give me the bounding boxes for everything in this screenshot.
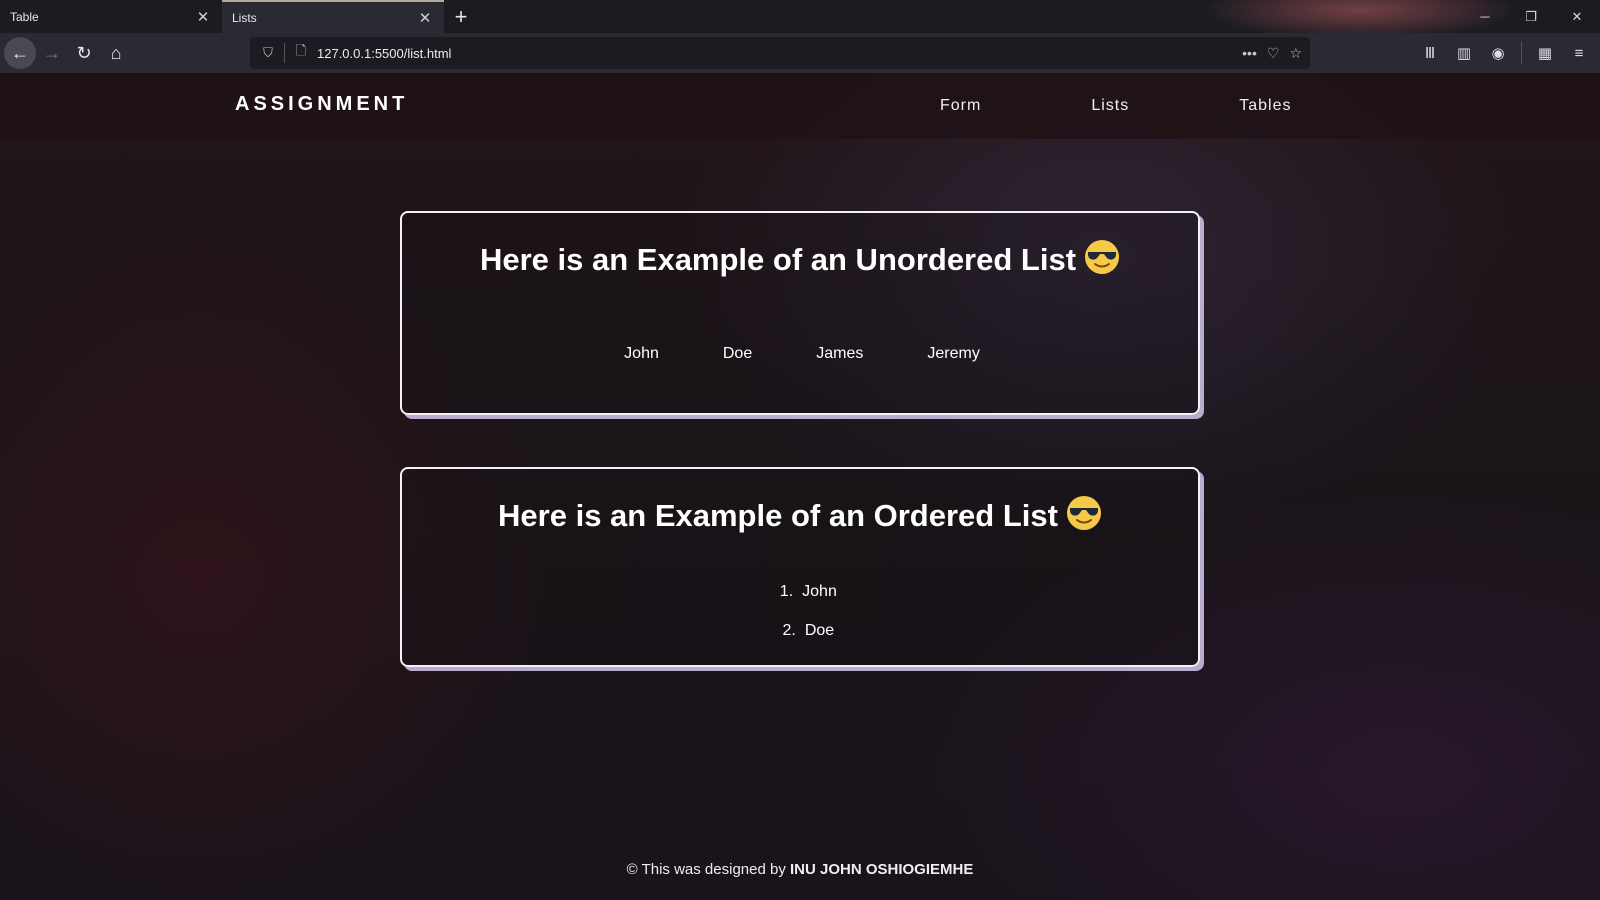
library-icon[interactable]: Ⅲ	[1415, 38, 1445, 68]
list-item: James	[816, 345, 864, 362]
unordered-list-heading: Here is an Example of an Unordered List	[402, 239, 1198, 278]
extensions-icon[interactable]: ▦	[1530, 38, 1560, 68]
tab-lists[interactable]: Lists ✕	[222, 0, 444, 33]
menu-icon[interactable]: ≡	[1564, 38, 1594, 68]
url-text[interactable]: 127.0.0.1:5500/list.html	[311, 46, 1242, 61]
url-bar[interactable]: ⛉ 🗋 127.0.0.1:5500/list.html ••• ♡ ☆	[250, 37, 1310, 69]
toolbar-right: Ⅲ ▥ ◉ ▦ ≡	[1415, 33, 1600, 73]
list-item: 2. Doe	[402, 622, 1202, 661]
new-tab-button[interactable]: +	[444, 0, 478, 33]
restore-icon[interactable]: ❐	[1508, 0, 1554, 33]
tab-title: Lists	[232, 10, 257, 25]
reload-icon[interactable]: ↻	[68, 37, 100, 69]
site-nav-links: Form Lists Tables	[940, 97, 1401, 115]
ordered-list-heading: Here is an Example of an Ordered List	[402, 495, 1198, 534]
pocket-icon[interactable]: ♡	[1267, 45, 1280, 62]
list-item: Doe	[722, 345, 753, 362]
shield-icon[interactable]: ⛉	[258, 45, 278, 61]
site-navbar: ASSIGNMENT Form Lists Tables	[0, 73, 1600, 139]
forward-icon[interactable]: →	[36, 37, 68, 69]
page-footer: © This was designed by INU JOHN OSHIOGIE…	[0, 861, 1600, 878]
url-actions: ••• ♡ ☆	[1242, 45, 1302, 62]
nav-link-form[interactable]: Form	[940, 97, 981, 115]
list-number: 1.	[779, 583, 794, 600]
nav-link-lists[interactable]: Lists	[1091, 97, 1129, 115]
list-item-text: John	[802, 583, 837, 600]
sidebar-icon[interactable]: ▥	[1449, 38, 1479, 68]
browser-tab-bar: Table ✕ Lists ✕ + ─ ❐ ✕	[0, 0, 1600, 40]
list-item-text: Doe	[804, 622, 835, 639]
footer-author: INU JOHN OSHIOGIEMHE	[790, 861, 974, 878]
sunglasses-emoji-icon	[1085, 240, 1120, 274]
heading-text: Here is an Example of an Ordered List	[498, 498, 1058, 533]
tab-title: Table	[10, 9, 39, 24]
tab-table[interactable]: Table ✕	[0, 0, 222, 33]
account-icon[interactable]: ◉	[1483, 38, 1513, 68]
close-icon[interactable]: ✕	[416, 9, 434, 27]
browser-toolbar: ← → ↻ ⌂ ⛉ 🗋 127.0.0.1:5500/list.html •••…	[0, 33, 1600, 73]
page-content: ASSIGNMENT Form Lists Tables Here is an …	[0, 73, 1600, 900]
list-item: 1. John	[402, 583, 1202, 622]
close-icon[interactable]: ✕	[194, 8, 212, 26]
nav-link-tables[interactable]: Tables	[1239, 97, 1291, 115]
minimize-icon[interactable]: ─	[1462, 0, 1508, 33]
back-icon[interactable]: ←	[4, 37, 36, 69]
window-controls: ─ ❐ ✕	[1462, 0, 1600, 33]
close-window-icon[interactable]: ✕	[1554, 0, 1600, 33]
list-item: John	[624, 345, 659, 362]
more-icon[interactable]: •••	[1242, 45, 1257, 62]
home-icon[interactable]: ⌂	[100, 37, 132, 69]
page-icon[interactable]: 🗋	[291, 42, 311, 64]
url-divider	[284, 43, 285, 63]
list-number: 2.	[782, 622, 796, 639]
ordered-list-card: Here is an Example of an Ordered List 1.…	[400, 467, 1200, 667]
list-item: Jeremy	[927, 345, 980, 362]
site-brand[interactable]: ASSIGNMENT	[235, 93, 408, 116]
unordered-list-card: Here is an Example of an Unordered List …	[400, 211, 1200, 415]
unordered-list: John Doe James Jeremy	[402, 345, 1202, 363]
ordered-list: 1. John 2. Doe	[402, 583, 1202, 661]
sunglasses-emoji-icon	[1066, 496, 1101, 530]
bookmark-star-icon[interactable]: ☆	[1289, 45, 1302, 62]
toolbar-divider	[1521, 42, 1522, 64]
heading-text: Here is an Example of an Unordered List	[479, 242, 1077, 277]
footer-text: © This was designed by	[626, 861, 786, 878]
